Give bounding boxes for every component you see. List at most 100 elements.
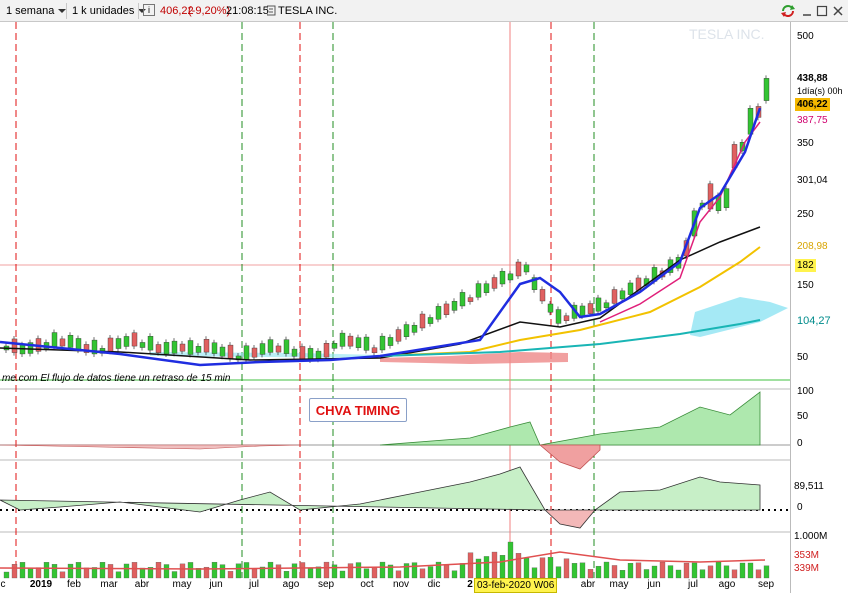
chart-area[interactable] [0, 22, 790, 593]
candle-body [435, 306, 442, 320]
candle-body [723, 188, 730, 208]
units-label: 1 k unidades [72, 5, 135, 17]
candle-body [163, 342, 170, 355]
volume-bar [283, 571, 290, 579]
price-tick: 500 [797, 31, 814, 42]
time-label: sep [757, 579, 775, 590]
symbol-name: TESLA INC. [278, 5, 338, 17]
candle-body [243, 345, 250, 360]
volume-bar [43, 562, 50, 579]
time-label: dic [427, 579, 441, 590]
volume-bar [451, 570, 458, 579]
osc2-positive-area [0, 466, 546, 513]
chart-toolbar: 1 semana 1 k unidades i 406,22 (-9,20%) … [0, 0, 848, 22]
volume-bar [139, 567, 146, 579]
osc1-tick: 100 [797, 386, 814, 397]
volume-bar [379, 561, 386, 579]
time-label: may [609, 579, 629, 590]
candle-body [563, 315, 570, 321]
osc2-tick: 0 [797, 502, 803, 513]
volume-bar [755, 569, 762, 579]
time-axis[interactable]: c 2019 feb mar abr may jun jul ago sep o… [0, 578, 790, 593]
indicator-label-chva-timing[interactable]: CHVA TIMING [309, 398, 407, 422]
candle-body [427, 317, 434, 324]
time-label: abr [134, 579, 150, 590]
volume-bar [155, 562, 162, 579]
candle-body [51, 332, 58, 347]
info-icon[interactable]: i [143, 4, 155, 16]
maximize-icon[interactable] [816, 5, 828, 17]
chart-watermark: TESLA INC. [689, 26, 765, 42]
candle-body [707, 183, 714, 210]
volume-bar [163, 564, 170, 579]
candle-body [507, 273, 514, 281]
price-label-high: 438,88 [797, 73, 828, 84]
volume-tick: 1.000M [794, 531, 828, 542]
candle-body [195, 346, 202, 353]
volume-bar [251, 568, 258, 579]
volume-bar [763, 565, 770, 579]
volume-bar [579, 562, 586, 579]
volume-tick: 339M [794, 563, 820, 574]
time-label: jul [687, 579, 699, 590]
candle-body [547, 303, 554, 313]
candle-body [67, 334, 74, 348]
volume-bar [339, 570, 346, 579]
volume-bar [323, 561, 330, 579]
volume-bar [75, 562, 82, 579]
time-label: jul [248, 579, 260, 590]
volume-bar [475, 558, 482, 579]
minimize-icon[interactable] [801, 5, 813, 17]
quote-time: 21:08:15 [226, 5, 269, 17]
candle-body [203, 339, 210, 353]
candle-body [331, 343, 338, 349]
volume-bar [243, 562, 250, 579]
candle-body [523, 264, 530, 273]
close-icon[interactable] [832, 5, 844, 17]
volume-bar [187, 562, 194, 579]
volume-bar [347, 563, 354, 579]
candle-body [483, 283, 490, 294]
candle-body [347, 335, 354, 347]
volume-bar [355, 562, 362, 579]
chart-canvas[interactable] [0, 22, 790, 593]
candle-body [115, 338, 122, 349]
market-icon [266, 5, 276, 16]
candle-body [611, 289, 618, 304]
volume-bar [227, 571, 234, 579]
price-tick: 250 [797, 209, 814, 220]
price-tick: 50 [797, 352, 809, 363]
candle-body [555, 309, 562, 324]
volume-bar [627, 563, 634, 579]
candle-body [179, 343, 186, 352]
sync-icon[interactable] [780, 4, 796, 18]
units-dropdown[interactable]: 1 k unidades [72, 3, 147, 19]
candle-body [403, 324, 410, 337]
candle-body [491, 277, 498, 289]
time-label: may [172, 579, 192, 590]
volume-bar [35, 567, 42, 579]
toolbar-divider [66, 3, 67, 19]
candle-body [251, 347, 258, 358]
price-label-last: 406,22 [795, 98, 830, 111]
price-axis[interactable]: 500 350 250 150 50 438,88 1día(s) 00h 40… [790, 22, 848, 593]
candle-body [323, 343, 330, 358]
crosshair-date-tag: 03-feb-2020 W06 [474, 578, 558, 593]
price-tick: 150 [797, 280, 814, 291]
volume-bar [99, 562, 106, 579]
volume-bar [547, 557, 554, 579]
volume-bar [683, 562, 690, 579]
volume-bar [235, 563, 242, 579]
osc1-tick: 0 [797, 438, 803, 449]
volume-bar [523, 557, 530, 579]
volume-bar [211, 561, 218, 579]
volume-bar [427, 566, 434, 579]
candle-body [139, 342, 146, 348]
volume-bar [307, 568, 314, 579]
period-dropdown[interactable]: 1 semana [6, 3, 67, 19]
candle-body [147, 336, 154, 351]
volume-average-line [0, 551, 766, 570]
volume-bar [107, 564, 114, 579]
candle-body [459, 292, 466, 307]
volume-bar [555, 566, 562, 579]
